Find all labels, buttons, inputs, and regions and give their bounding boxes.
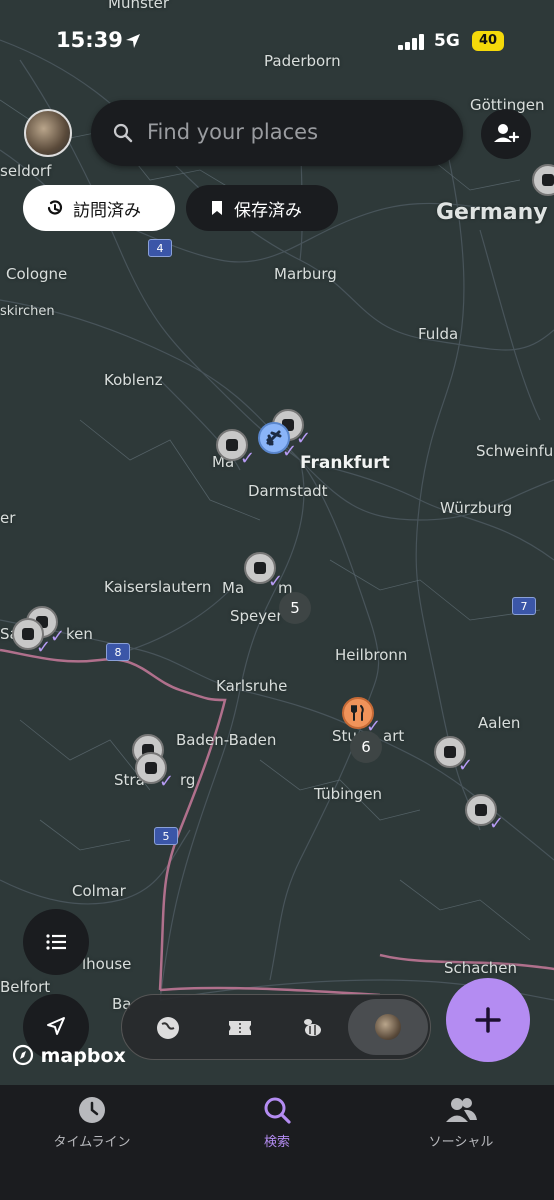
city-label-baden-baden: Baden-Baden [176,731,277,749]
city-label-er: er [0,509,16,527]
list-icon [46,934,66,950]
country-label-germany: Germany [436,200,548,225]
city-label-aalen: Aalen [478,714,521,732]
city-label-stuttgart-end: art [383,727,405,745]
search-placeholder: Find your places [147,120,319,144]
search-bar[interactable]: Find your places [91,100,463,166]
city-label-fulda: Fulda [418,325,459,343]
location-arrow-icon [126,34,140,48]
road-badge-a7: 7 [512,597,536,615]
clock-icon [79,1097,105,1123]
road-badge-a8: 8 [106,643,130,661]
ticket-icon[interactable] [224,1012,256,1044]
city-label-cologne: Cologne [6,265,68,283]
city-label-darmstadt: Darmstadt [248,482,328,500]
bookmark-icon [212,201,222,215]
place-cluster-badge[interactable]: 6 [350,731,382,763]
category-filter-bar[interactable] [121,994,431,1060]
city-label-frankfurt: Frankfurt [300,453,390,473]
network-type: 5G [434,31,460,51]
visited-check-icon: ✓ [489,813,505,834]
city-label-schweinfurt: Schweinfu [476,442,554,460]
people-icon [446,1098,477,1122]
add-place-button[interactable] [446,978,530,1062]
plus-icon [475,1007,501,1033]
road-badge-a4: 4 [148,239,172,257]
battery-indicator: 40 [472,31,504,51]
status-time: 15:39 [56,28,123,52]
tab-timeline[interactable]: タイムライン [22,1095,162,1150]
mapbox-attribution[interactable]: mapbox [12,1044,126,1067]
tab-social-label: ソーシャル [428,1135,494,1150]
city-label-marburg: Marburg [274,265,337,283]
add-user-icon [494,124,520,143]
mapbox-logo-icon [12,1044,34,1066]
list-view-button[interactable] [23,909,89,975]
tab-timeline-label: タイムライン [53,1135,131,1150]
place-cluster-badge[interactable]: 5 [279,592,311,624]
visited-check-icon: ✓ [458,755,474,776]
city-label-koblenz: Koblenz [104,371,163,389]
tab-social[interactable]: ソーシャル [391,1095,531,1150]
search-icon [264,1097,291,1124]
visited-check-icon: ✓ [282,441,298,462]
city-label-saarbrucken-end: ken [66,625,93,643]
visited-check-icon: ✓ [36,637,52,658]
history-icon [47,200,63,215]
city-label-dusseldorf: seldorf [0,162,52,180]
city-label-mulhouse: lhouse [82,955,132,973]
city-label-karlsruhe: Karlsruhe [216,677,288,695]
city-label-tubingen: Tübingen [314,785,383,803]
city-label-kaiserslautern: Kaiserslautern [104,578,212,596]
globe-icon[interactable] [152,1012,184,1044]
profile-avatar[interactable] [24,109,72,157]
filter-visited-chip[interactable]: 訪問済み [23,185,175,231]
city-label-colmar: Colmar [72,882,126,900]
tab-search[interactable]: 検索 [207,1095,347,1150]
city-label-kirchen: skirchen [0,304,55,319]
city-label-speyer: Speyer [230,607,283,625]
filter-visited-label: 訪問済み [73,200,141,221]
visited-check-icon: ✓ [159,771,175,792]
city-label-strasbourg-end: rg [180,771,196,789]
city-label-wurzburg: Würzburg [440,499,513,517]
filter-saved-label: 保存済み [234,200,302,221]
visited-check-icon: ✓ [296,428,312,449]
road-badge-a5: 5 [154,827,178,845]
visited-check-icon: ✓ [240,448,256,469]
status-bar: 15:39 5G 40 [0,0,554,80]
add-friend-button[interactable] [481,109,531,159]
filter-item-selected[interactable] [348,999,428,1055]
city-label-schachen: Schachen [444,959,517,977]
city-label-heilbronn: Heilbronn [335,646,408,664]
tab-search-label: 検索 [263,1135,290,1150]
visited-check-icon: ✓ [268,571,284,592]
avatar [375,1014,401,1040]
visited-check-icon: ✓ [50,626,66,647]
filter-saved-chip[interactable]: 保存済み [186,185,338,231]
mapbox-label: mapbox [40,1045,126,1067]
bee-icon[interactable] [296,1012,328,1044]
search-icon [113,123,133,143]
bottom-tab-bar: タイムライン 検索 ソーシャル [0,1085,554,1200]
signal-icon [398,34,424,50]
city-label-mannheim: Ma [222,579,245,597]
